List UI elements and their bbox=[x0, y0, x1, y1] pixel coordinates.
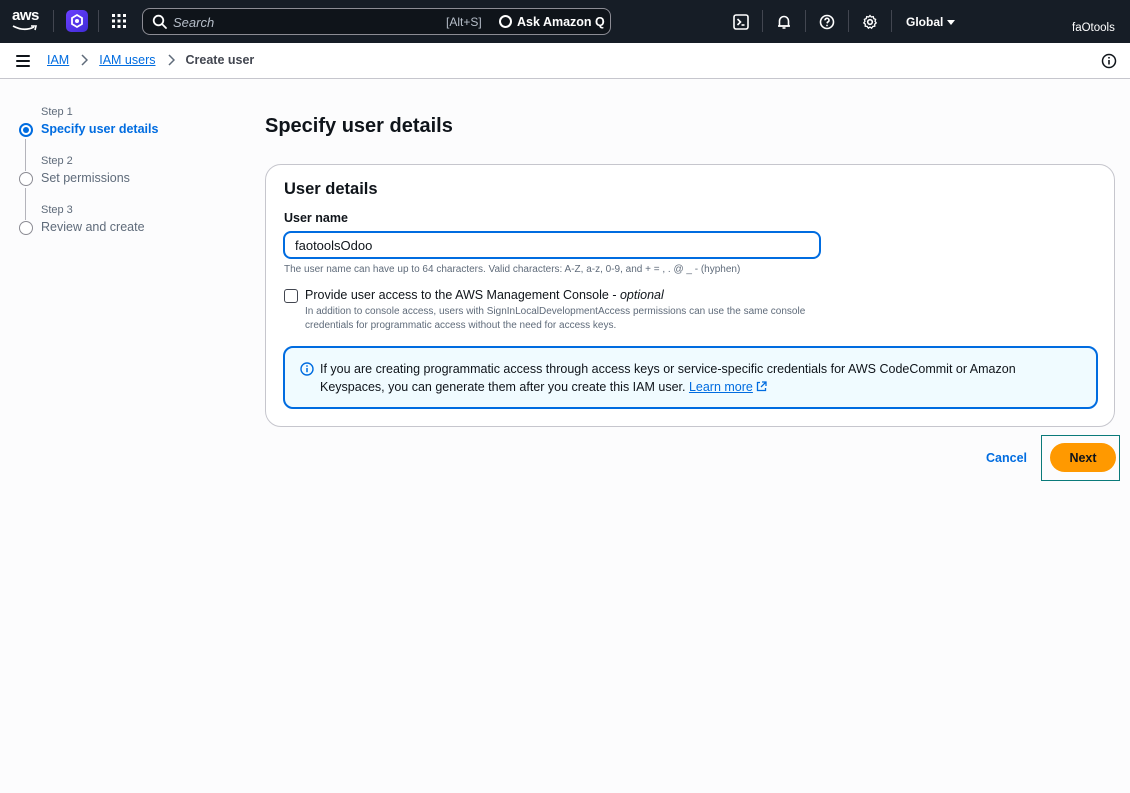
breadcrumb: IAM IAM users Create user bbox=[47, 53, 254, 67]
breadcrumb-link-iam-users[interactable]: IAM users bbox=[99, 53, 155, 67]
amazon-q-cube-icon[interactable] bbox=[66, 10, 88, 32]
next-button-focus-ring: Next bbox=[1041, 435, 1120, 481]
step-active-dot-icon bbox=[19, 123, 33, 137]
ask-amazon-q-label: Ask Amazon Q bbox=[517, 14, 605, 29]
info-icon bbox=[300, 362, 314, 376]
external-link-icon bbox=[756, 381, 767, 392]
step-dot-icon bbox=[19, 172, 33, 186]
nav-separator bbox=[53, 10, 54, 32]
step-connector bbox=[25, 188, 26, 220]
panel-title: User details bbox=[284, 180, 378, 198]
settings-button[interactable] bbox=[859, 11, 881, 33]
step-dot-icon bbox=[19, 221, 33, 235]
username-label: User name bbox=[284, 211, 348, 225]
breadcrumb-bar: IAM IAM users Create user bbox=[0, 43, 1130, 79]
username-input[interactable] bbox=[283, 231, 821, 259]
learn-more-label: Learn more bbox=[688, 380, 753, 394]
console-access-label[interactable]: Provide user access to the AWS Managemen… bbox=[305, 288, 664, 302]
caret-down-icon bbox=[947, 19, 956, 25]
amazon-q-icon bbox=[499, 15, 512, 28]
notifications-button[interactable] bbox=[773, 11, 795, 33]
console-access-label-text: Provide user access to the AWS Managemen… bbox=[305, 288, 620, 302]
region-selector[interactable]: Global bbox=[906, 15, 956, 29]
menu-icon[interactable] bbox=[16, 55, 30, 67]
optional-tag: optional bbox=[619, 288, 664, 302]
cloudshell-button[interactable] bbox=[730, 11, 752, 33]
search-icon bbox=[152, 14, 167, 29]
nav-separator bbox=[848, 10, 849, 32]
aws-logo-text: aws bbox=[12, 7, 39, 24]
alert-message: If you are creating programmatic access … bbox=[320, 360, 1080, 396]
chevron-right-icon bbox=[81, 54, 89, 66]
aws-smile-icon bbox=[12, 25, 38, 31]
learn-more-link[interactable]: Learn more bbox=[689, 380, 767, 394]
nav-separator bbox=[805, 10, 806, 32]
step-label: Step 1 bbox=[41, 106, 73, 118]
help-button[interactable] bbox=[816, 11, 838, 33]
gear-icon bbox=[862, 14, 878, 30]
help-icon bbox=[819, 14, 835, 30]
region-label: Global bbox=[906, 15, 944, 29]
cloudshell-icon bbox=[733, 14, 749, 30]
step-title: Review and create bbox=[41, 220, 145, 234]
nav-separator bbox=[98, 10, 99, 32]
info-alert: If you are creating programmatic access … bbox=[283, 346, 1098, 409]
aws-logo[interactable]: aws bbox=[12, 8, 40, 34]
top-navigation: aws [Alt+S] Ask Amazon Q bbox=[0, 0, 1130, 43]
search-shortcut: [Alt+S] bbox=[446, 15, 482, 29]
chevron-right-icon bbox=[167, 54, 175, 66]
step-label: Step 3 bbox=[41, 204, 73, 216]
username-constraint: The user name can have up to 64 characte… bbox=[284, 264, 741, 275]
search-bar[interactable]: [Alt+S] Ask Amazon Q bbox=[142, 8, 611, 35]
step-connector bbox=[25, 139, 26, 171]
services-grid-icon[interactable] bbox=[112, 14, 126, 28]
step-label: Step 2 bbox=[41, 155, 73, 167]
bell-icon bbox=[778, 15, 790, 29]
alert-text: If you are creating programmatic access … bbox=[320, 362, 1016, 394]
nav-separator bbox=[762, 10, 763, 32]
user-details-panel: User details User name The user name can… bbox=[265, 164, 1115, 427]
console-access-checkbox[interactable] bbox=[284, 289, 298, 303]
cancel-button[interactable]: Cancel bbox=[986, 451, 1027, 465]
breadcrumb-current: Create user bbox=[185, 53, 255, 67]
search-input[interactable] bbox=[173, 13, 423, 31]
step-title: Set permissions bbox=[41, 171, 130, 185]
page-title: Specify user details bbox=[265, 115, 453, 137]
breadcrumb-link-iam[interactable]: IAM bbox=[47, 53, 69, 67]
nav-separator bbox=[891, 10, 892, 32]
info-panel-icon[interactable] bbox=[1101, 53, 1117, 69]
ask-amazon-q-button[interactable]: Ask Amazon Q bbox=[499, 12, 605, 31]
console-access-description: In addition to console access, users wit… bbox=[305, 306, 806, 331]
step-title: Specify user details bbox=[41, 122, 159, 136]
next-button[interactable]: Next bbox=[1050, 443, 1116, 472]
account-menu[interactable]: faOtools bbox=[1072, 22, 1115, 34]
